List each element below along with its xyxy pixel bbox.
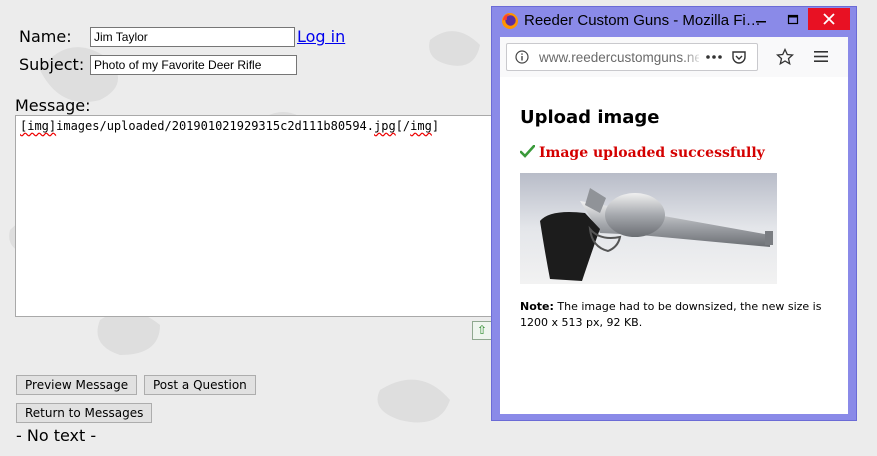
window-title: Reeder Custom Guns - Mozilla Fi… xyxy=(524,12,761,29)
popup-window[interactable]: Reeder Custom Guns - Mozilla Fi… www.ree… xyxy=(491,6,857,421)
close-button[interactable] xyxy=(808,8,850,30)
upload-arrow-icon: ⇧ xyxy=(476,323,488,337)
preview-message-button[interactable]: Preview Message xyxy=(16,375,138,395)
subject-input[interactable] xyxy=(90,55,297,75)
address-bar[interactable]: www.reedercustomguns.net/fo xyxy=(506,43,758,71)
note-body: The image had to be downsized, the new s… xyxy=(520,300,822,329)
status-text: - No text - xyxy=(16,426,97,445)
message-ext: jpg xyxy=(374,119,396,133)
titlebar[interactable]: Reeder Custom Guns - Mozilla Fi… xyxy=(492,7,856,35)
message-path: images/uploaded/201901021929315c2d111b80… xyxy=(56,119,375,133)
message-label: Message: xyxy=(15,96,91,115)
message-tag-open: [img] xyxy=(20,119,57,133)
subject-label: Subject: xyxy=(19,55,85,74)
post-question-button[interactable]: Post a Question xyxy=(144,375,256,395)
firefox-icon xyxy=(502,13,518,29)
success-text: Image uploaded successfully xyxy=(539,145,765,161)
minimize-icon[interactable] xyxy=(747,11,775,31)
popup-content: Upload image Image uploaded successfully xyxy=(500,77,848,414)
info-icon[interactable] xyxy=(515,50,529,64)
message-tag-close-name: img xyxy=(410,119,432,133)
name-input[interactable] xyxy=(90,27,295,47)
toolbar: www.reedercustomguns.net/fo xyxy=(500,37,848,77)
checkmark-icon xyxy=(519,144,536,158)
message-textarea[interactable]: [img]images/uploaded/201901021929315c2d1… xyxy=(15,115,495,317)
hamburger-menu-icon[interactable] xyxy=(814,50,828,63)
upload-heading: Upload image xyxy=(520,107,660,128)
success-message: Image uploaded successfully xyxy=(519,144,765,161)
name-label: Name: xyxy=(19,27,72,46)
note-text: Note: The image had to be downsized, the… xyxy=(520,299,835,331)
close-icon xyxy=(823,13,835,25)
message-tag-close-start: [/ xyxy=(395,119,411,133)
pocket-icon[interactable] xyxy=(731,49,747,65)
upload-image-button[interactable]: ⇧ xyxy=(472,321,492,340)
url-text: www.reedercustomguns.net/fo xyxy=(539,50,699,65)
message-tag-close-end: ] xyxy=(431,119,440,133)
more-icon[interactable] xyxy=(705,52,723,62)
return-to-messages-button[interactable]: Return to Messages xyxy=(16,403,153,423)
maximize-icon[interactable] xyxy=(779,11,807,31)
star-icon[interactable] xyxy=(776,48,794,66)
note-label: Note: xyxy=(520,300,554,313)
login-link[interactable]: Log in xyxy=(297,27,345,46)
uploaded-revolver-image[interactable] xyxy=(520,173,777,284)
